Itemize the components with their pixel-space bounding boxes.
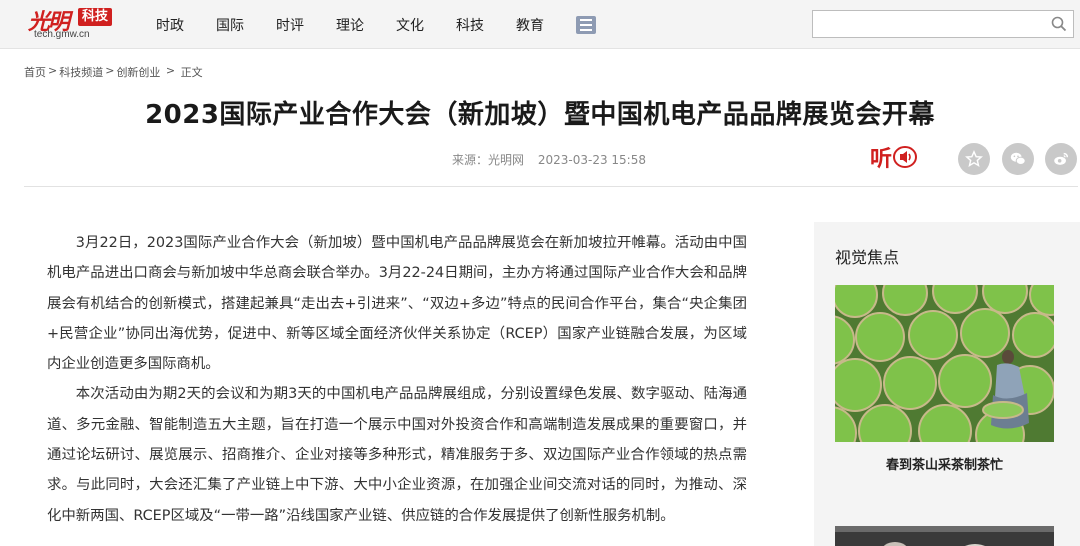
speaker-icon [893, 146, 918, 168]
star-icon [965, 150, 983, 167]
nav-item-theory[interactable]: 理论 [336, 15, 364, 35]
nav-item-international[interactable]: 国际 [216, 15, 244, 35]
logo-url: tech.gmw.cn [34, 29, 90, 40]
nav-item-culture[interactable]: 文化 [396, 15, 424, 35]
sidebar-visual-focus: 视觉焦点 春到茶山采茶制茶忙 [814, 222, 1080, 546]
sidebar-feature-image[interactable] [835, 285, 1054, 442]
breadcrumb-current: 正文 [180, 66, 203, 79]
sidebar-second-image[interactable] [835, 526, 1054, 546]
listen-label: 听 [870, 146, 893, 172]
logo-badge: 科技 [78, 8, 113, 26]
wechat-share-button[interactable] [1002, 143, 1034, 175]
breadcrumb-innovation[interactable]: 创新创业 [116, 64, 160, 80]
article-meta: 来源：光明网 2023-03-23 15:58 [452, 151, 656, 168]
breadcrumb-tech-channel[interactable]: 科技频道 [59, 64, 103, 80]
article-body: 3月22日，2023国际产业合作大会（新加坡）暨中国机电产品品牌展览会在新加坡拉… [47, 228, 747, 531]
search-input[interactable] [813, 11, 1043, 37]
wechat-icon [1010, 152, 1026, 165]
article-title: 2023国际产业合作大会（新加坡）暨中国机电产品品牌展览会开幕 [145, 100, 935, 130]
nav-item-commentary[interactable]: 时评 [276, 15, 304, 35]
breadcrumb-separator: > [48, 64, 58, 77]
breadcrumb-separator: > [162, 64, 179, 77]
article-paragraph: 本次活动由为期2天的会议和为期3天的中国机电产品品牌展组成，分别设置绿色发展、数… [47, 386, 747, 524]
main-nav: 时政 国际 时评 理论 文化 科技 教育 [140, 0, 596, 49]
top-bar: 光明 科技 tech.gmw.cn 时政 国际 时评 理论 文化 科技 教育 [0, 0, 1080, 49]
header-divider [24, 186, 1078, 187]
weibo-icon [1054, 152, 1069, 165]
nav-item-politics[interactable]: 时政 [156, 15, 184, 35]
menu-icon[interactable] [576, 15, 596, 34]
search-icon[interactable] [1051, 16, 1067, 32]
site-logo[interactable]: 光明 科技 tech.gmw.cn [22, 4, 122, 44]
article-source: 来源：光明网 [452, 153, 525, 167]
breadcrumb-separator: > [105, 64, 115, 77]
sidebar-title: 视觉焦点 [835, 248, 900, 267]
second-photo [835, 526, 1054, 546]
breadcrumb-home[interactable]: 首页 [24, 64, 46, 80]
article-paragraph: 3月22日，2023国际产业合作大会（新加坡）暨中国机电产品品牌展览会在新加坡拉… [47, 235, 747, 373]
breadcrumb: 首页 > 科技频道 > 创新创业 > 正文 [24, 64, 203, 80]
nav-item-tech[interactable]: 科技 [456, 15, 484, 35]
sidebar-caption[interactable]: 春到茶山采茶制茶忙 [835, 454, 1054, 473]
tea-trays-photo [835, 285, 1054, 442]
favorite-button[interactable] [958, 143, 990, 175]
search-box [812, 10, 1074, 38]
nav-item-education[interactable]: 教育 [516, 15, 544, 35]
listen-button[interactable]: 听 [870, 142, 922, 172]
weibo-share-button[interactable] [1045, 143, 1077, 175]
article-datetime: 2023-03-23 15:58 [537, 153, 646, 167]
